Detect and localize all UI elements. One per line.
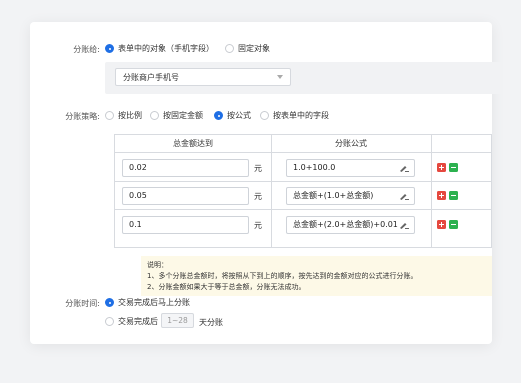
column-divider (431, 135, 432, 247)
formula-input[interactable]: 总金额+(2.0+总金额)+0.01 (286, 216, 415, 234)
radio-unchecked-icon (225, 44, 234, 53)
radio-unchecked-icon (260, 111, 269, 120)
strategy-label: 分账策略: (65, 112, 100, 121)
table-header: 总金额达到 分账公式 (115, 135, 491, 153)
remove-row-button[interactable] (437, 191, 446, 200)
unit-label: 元 (254, 192, 262, 201)
header-formula: 分账公式 (335, 139, 367, 148)
radio-by-formula[interactable]: 按公式 (214, 110, 251, 121)
formula-table: 总金额达到 分账公式 0.02 元 1.0+100.0 0.05 元 总金额+(… (114, 134, 492, 248)
merchant-phone-select[interactable]: 分账商户手机号 (115, 68, 291, 86)
note-line: 1、多个分账总金额时，将按照从下到上的顺序，按先达到的金额对应的公式进行分账。 (147, 272, 418, 280)
radio-unchecked-icon (105, 317, 114, 326)
radio-by-form-field[interactable]: 按表单中的字段 (260, 110, 329, 121)
add-row-button[interactable] (449, 191, 458, 200)
amount-input[interactable]: 0.05 (122, 187, 249, 205)
note-box: 说明： 1、多个分账总金额时，将按照从下到上的顺序，按先达到的金额对应的公式进行… (141, 256, 492, 296)
chevron-down-icon (277, 75, 283, 79)
formula-input[interactable]: 1.0+100.0 (286, 159, 415, 177)
radio-label: 交易完成后马上分账 (118, 298, 190, 307)
edit-icon[interactable] (400, 165, 409, 172)
radio-label: 表单中的对象（手机字段） (118, 44, 214, 53)
remove-row-button[interactable] (437, 220, 446, 229)
radio-by-ratio[interactable]: 按比例 (105, 110, 142, 121)
formula-value: 1.0+100.0 (293, 163, 336, 172)
radio-label: 按固定金额 (163, 111, 203, 120)
radio-split-immediately[interactable]: 交易完成后马上分账 (105, 297, 190, 308)
radio-split-after-days[interactable]: 交易完成后 (105, 316, 158, 327)
note-title: 说明： (147, 261, 168, 269)
unit-label: 元 (254, 164, 262, 173)
row-divider (115, 209, 491, 210)
radio-form-object[interactable]: 表单中的对象（手机字段） (105, 43, 214, 54)
edit-icon[interactable] (400, 222, 409, 229)
amount-input[interactable]: 0.02 (122, 159, 249, 177)
row-divider (115, 181, 491, 182)
radio-label: 按表单中的字段 (273, 111, 329, 120)
header-amount: 总金额达到 (173, 139, 213, 148)
formula-input[interactable]: 总金额+(1.0+总金额) (286, 187, 415, 205)
note-line: 2、分账金额如果大于等于总金额，分账无法成功。 (147, 283, 306, 291)
days-suffix: 天分账 (199, 318, 223, 327)
radio-label: 按公式 (227, 111, 251, 120)
settings-card: 分账给: 表单中的对象（手机字段） 固定对象 分账商户手机号 分账策略: 按比例… (30, 22, 503, 344)
radio-checked-icon (105, 298, 114, 307)
split-to-label: 分账给: (73, 45, 100, 54)
formula-value: 总金额+(1.0+总金额) (293, 191, 374, 200)
column-divider (271, 135, 272, 247)
edit-icon[interactable] (400, 193, 409, 200)
radio-by-fixed-amount[interactable]: 按固定金额 (150, 110, 203, 121)
select-container: 分账商户手机号 (105, 62, 503, 94)
radio-checked-icon (214, 111, 223, 120)
amount-input[interactable]: 0.1 (122, 216, 249, 234)
add-row-button[interactable] (449, 163, 458, 172)
radio-label: 按比例 (118, 111, 142, 120)
days-input[interactable]: 1~28 (161, 313, 194, 328)
radio-label: 固定对象 (238, 44, 270, 53)
select-value: 分账商户手机号 (123, 72, 179, 82)
radio-checked-icon (105, 44, 114, 53)
radio-unchecked-icon (105, 111, 114, 120)
remove-row-button[interactable] (437, 163, 446, 172)
radio-label: 交易完成后 (118, 317, 158, 326)
formula-value: 总金额+(2.0+总金额)+0.01 (293, 220, 398, 229)
add-row-button[interactable] (449, 220, 458, 229)
unit-label: 元 (254, 221, 262, 230)
radio-fixed-object[interactable]: 固定对象 (225, 43, 270, 54)
timing-label: 分账时间: (65, 299, 100, 308)
radio-unchecked-icon (150, 111, 159, 120)
